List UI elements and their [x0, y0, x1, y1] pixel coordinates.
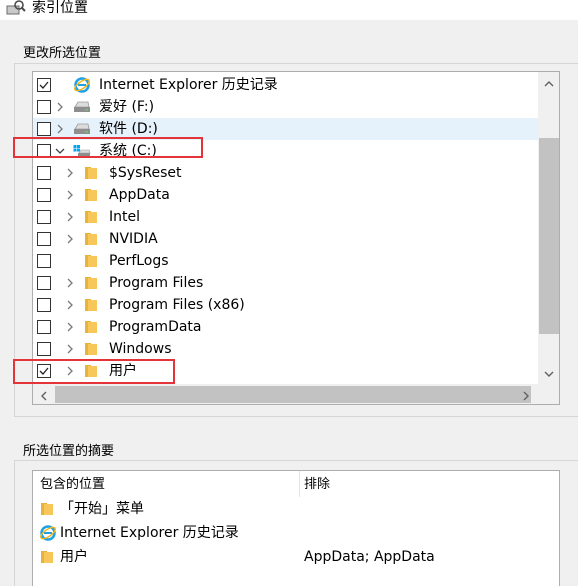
column-header-excluded[interactable]: 排除	[304, 477, 330, 493]
ie-icon	[73, 76, 91, 94]
vertical-scroll-thumb[interactable]	[539, 138, 559, 334]
tree-item-perflogs[interactable]: PerfLogs	[33, 250, 538, 272]
chevron-right-icon[interactable]	[63, 209, 77, 223]
folder-icon	[83, 230, 101, 248]
folder-icon	[83, 318, 101, 336]
tree-item-label: Program Files	[109, 275, 204, 291]
tree-item-checkbox[interactable]	[37, 232, 51, 246]
chevron-right-icon[interactable]	[63, 165, 77, 179]
title-bar: 索引位置	[0, 0, 578, 20]
locations-tree[interactable]: Internet Explorer 历史记录 爱好 (F:) 软件 (D:) 系统 (…	[32, 71, 560, 405]
folder-icon	[83, 252, 101, 270]
tree-item-label: ProgramData	[109, 319, 202, 335]
indexing-options-icon	[6, 0, 26, 16]
tree-item-checkbox[interactable]	[37, 298, 51, 312]
tree-item-internet-explorer[interactable]: Internet Explorer 历史记录	[33, 74, 538, 96]
highlight-box-users-folder	[13, 359, 175, 384]
tree-item-programdata[interactable]: ProgramData	[33, 316, 538, 338]
scrollbar-corner	[538, 384, 559, 404]
folder-icon	[83, 208, 101, 226]
ie-icon	[39, 524, 57, 542]
tree-item-windows[interactable]: Windows	[33, 338, 538, 360]
tree-item-label: 软件 (D:)	[99, 121, 158, 137]
tree-item-checkbox[interactable]	[37, 166, 51, 180]
summary-label: 所选位置的摘要	[23, 444, 115, 459]
chevron-right-icon[interactable]	[53, 99, 67, 113]
scroll-left-icon[interactable]	[37, 388, 51, 402]
tree-item-label: Windows	[109, 341, 172, 357]
folder-icon	[83, 186, 101, 204]
tree-item-label: Program Files (x86)	[109, 297, 245, 313]
tree-item-appdata[interactable]: AppData	[33, 184, 538, 206]
folder-icon	[83, 340, 101, 358]
summary-excluded-location: AppData; AppData	[304, 549, 435, 565]
summary-row: 「开始」菜单	[33, 498, 559, 520]
vertical-scrollbar[interactable]	[538, 72, 559, 384]
tree-item-checkbox[interactable]	[37, 78, 51, 92]
chevron-right-icon[interactable]	[63, 275, 77, 289]
summary-included-location: 「开始」菜单	[60, 501, 144, 517]
tree-item-nvidia[interactable]: NVIDIA	[33, 228, 538, 250]
tree-item-checkbox[interactable]	[37, 210, 51, 224]
tree-item-label: Intel	[109, 209, 140, 225]
folder-icon	[39, 548, 57, 566]
scroll-up-icon[interactable]	[542, 76, 556, 90]
tree-item-f[interactable]: 爱好 (F:)	[33, 96, 538, 118]
summary-list: 包含的位置 排除 「开始」菜单 Internet Explorer 历史记录 用户 A…	[32, 470, 560, 586]
tree-item-checkbox[interactable]	[37, 100, 51, 114]
scroll-right-icon[interactable]	[519, 388, 533, 402]
highlight-box-system-drive	[13, 137, 203, 158]
tree-item-label: NVIDIA	[109, 231, 158, 247]
folder-icon	[83, 274, 101, 292]
column-separator[interactable]	[299, 471, 300, 497]
tree-item-checkbox[interactable]	[37, 342, 51, 356]
tree-item-label: Internet Explorer 历史记录	[99, 77, 278, 93]
summary-included-location: 用户	[60, 549, 88, 565]
chevron-right-icon[interactable]	[63, 231, 77, 245]
folder-icon	[83, 296, 101, 314]
chevron-right-icon[interactable]	[63, 187, 77, 201]
tree-item-label: 爱好 (F:)	[99, 99, 155, 115]
drive-icon	[73, 120, 91, 138]
tree-item-label: AppData	[109, 187, 170, 203]
drive-icon	[73, 98, 91, 116]
tree-item-checkbox[interactable]	[37, 320, 51, 334]
tree-item-checkbox[interactable]	[37, 188, 51, 202]
tree-item-label: $SysReset	[109, 165, 182, 181]
tree-item-label: PerfLogs	[109, 253, 169, 269]
tree-item-program-files[interactable]: Program Files	[33, 272, 538, 294]
change-locations-label: 更改所选位置	[23, 46, 102, 61]
tree-item-checkbox[interactable]	[37, 122, 51, 136]
tree-item-program-files-x86[interactable]: Program Files (x86)	[33, 294, 538, 316]
tree-item-intel[interactable]: Intel	[33, 206, 538, 228]
column-header-included[interactable]: 包含的位置	[40, 477, 105, 493]
chevron-right-icon[interactable]	[53, 121, 67, 135]
summary-row: 用户 AppData; AppData	[33, 546, 559, 568]
folder-icon	[39, 500, 57, 518]
folder-icon	[83, 164, 101, 182]
chevron-right-icon[interactable]	[63, 297, 77, 311]
summary-row: Internet Explorer 历史记录	[33, 522, 559, 544]
tree-item-sysreset[interactable]: $SysReset	[33, 162, 538, 184]
horizontal-scroll-thumb[interactable]	[55, 386, 531, 403]
horizontal-scrollbar[interactable]	[33, 384, 538, 404]
tree-item-checkbox[interactable]	[37, 276, 51, 290]
scroll-down-icon[interactable]	[542, 366, 556, 380]
tree-item-checkbox[interactable]	[37, 254, 51, 268]
chevron-right-icon[interactable]	[63, 341, 77, 355]
window-title: 索引位置	[32, 0, 88, 16]
summary-included-location: Internet Explorer 历史记录	[60, 525, 239, 541]
chevron-right-icon[interactable]	[63, 319, 77, 333]
